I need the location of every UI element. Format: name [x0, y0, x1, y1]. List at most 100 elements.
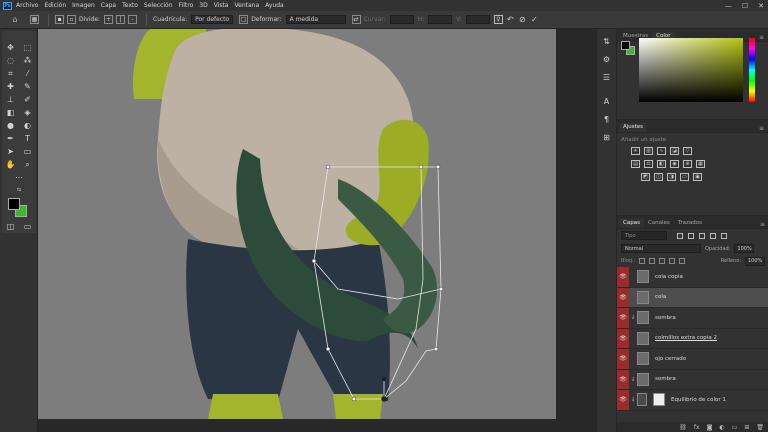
lock-move-icon[interactable]	[659, 258, 666, 264]
maximize-button[interactable]: ☐	[742, 2, 748, 10]
new-layer-icon[interactable]: ⊞	[744, 424, 749, 431]
warp-point[interactable]	[325, 346, 331, 352]
foreground-swatch[interactable]	[621, 41, 630, 50]
brightness-icon[interactable]: ☀	[631, 147, 640, 155]
warp-orientation-icon[interactable]: ⇄	[351, 15, 361, 24]
selective-color-icon[interactable]: ▣	[693, 173, 702, 181]
blur-tool-icon[interactable]: ●	[5, 120, 16, 131]
lock-pixels-icon[interactable]	[639, 258, 646, 264]
menu-ventana[interactable]: Ventana	[234, 2, 259, 9]
tab-channels[interactable]: Canales	[644, 219, 674, 228]
healing-brush-icon[interactable]: ✚	[5, 81, 16, 92]
warp-preset-icon[interactable]: ▪	[55, 15, 64, 24]
edit-toolbar-icon[interactable]: ⋯	[14, 172, 25, 183]
adjust-sliders-icon[interactable]: ☰	[600, 71, 614, 83]
panel-menu-icon[interactable]: ≡	[760, 221, 765, 228]
fill-input[interactable]: 100%	[745, 256, 765, 266]
filter-pixel-icon[interactable]	[677, 232, 683, 239]
type-tool-icon[interactable]: T	[22, 133, 33, 144]
split-horizontal-icon[interactable]: -	[128, 15, 138, 24]
gradient-map-icon[interactable]: ▭	[680, 173, 689, 181]
new-group-icon[interactable]: ▭	[732, 424, 738, 431]
warp-point[interactable]	[381, 376, 387, 382]
color-picker-field[interactable]	[639, 38, 743, 102]
foreground-color-swatch[interactable]	[8, 198, 20, 210]
glyphs-icon[interactable]: ⊞	[600, 131, 614, 143]
warp-point[interactable]	[381, 396, 387, 402]
visibility-eye-icon[interactable]: 👁	[617, 349, 629, 369]
screen-mode-icon[interactable]: ▭	[22, 221, 33, 232]
warp-point[interactable]	[435, 164, 441, 170]
tab-adjustments[interactable]: Ajustes	[619, 123, 648, 132]
warp-point[interactable]	[433, 346, 439, 352]
magic-wand-icon[interactable]: ⁂	[22, 55, 33, 66]
warp-point[interactable]	[418, 164, 424, 170]
h-input[interactable]	[428, 15, 453, 24]
zoom-tool-icon[interactable]: ⌕	[22, 159, 33, 170]
layer-row[interactable]: 👁 cola copia	[617, 267, 768, 288]
channel-mixer-icon[interactable]: ⊕	[683, 160, 692, 168]
warp-point[interactable]	[325, 164, 331, 170]
path-selection-icon[interactable]: ➤	[5, 146, 16, 157]
curve-input[interactable]	[389, 15, 414, 24]
lock-all-icon[interactable]	[679, 258, 686, 264]
visibility-eye-icon[interactable]: 👁	[617, 390, 629, 410]
warp-tool-icon[interactable]: ▦	[30, 15, 39, 24]
eyedropper-icon[interactable]: ⁄	[22, 68, 33, 79]
document-canvas[interactable]	[38, 29, 610, 432]
brush-tool-icon[interactable]: ✎	[22, 81, 33, 92]
layer-style-icon[interactable]: fx	[694, 424, 700, 431]
new-adjustment-icon[interactable]: ◐	[719, 424, 724, 431]
tab-layers[interactable]: Capas	[619, 219, 644, 228]
delete-layer-icon[interactable]: 🗑	[756, 424, 764, 431]
split-vertical-icon[interactable]: |	[116, 15, 126, 24]
swap-colors-icon[interactable]: ⇆	[14, 185, 25, 196]
minimize-button[interactable]: —	[725, 2, 732, 10]
dodge-tool-icon[interactable]: ◐	[22, 120, 33, 131]
lock-artboard-icon[interactable]	[669, 258, 676, 264]
crop-tool-icon[interactable]: ⌗	[5, 68, 16, 79]
visibility-eye-icon[interactable]: 👁	[617, 287, 629, 307]
filter-type-icon[interactable]	[699, 232, 705, 239]
cancel-icon[interactable]: ⊘	[518, 15, 527, 24]
filter-shape-icon[interactable]	[710, 232, 716, 239]
move-tool-icon[interactable]: ✥	[5, 42, 16, 53]
layer-row[interactable]: 👁 ↓ sombra	[617, 308, 768, 329]
layer-search-input[interactable]: Tipo	[621, 231, 667, 240]
posterize-icon[interactable]: ◫	[654, 173, 663, 181]
toggle-guides-icon[interactable]: □	[239, 15, 249, 24]
clone-stamp-icon[interactable]: ⊥	[5, 94, 16, 105]
eraser-tool-icon[interactable]: ◧	[5, 107, 16, 118]
menu-3d[interactable]: 3D	[199, 2, 207, 9]
menu-texto[interactable]: Texto	[122, 2, 138, 9]
filter-adjustment-icon[interactable]	[688, 232, 694, 239]
menu-edicion[interactable]: Edición	[44, 2, 66, 9]
menu-vista[interactable]: Vista	[214, 2, 229, 9]
history-brush-icon[interactable]: ✐	[22, 94, 33, 105]
split-toggle-icon[interactable]: ▫	[67, 15, 76, 24]
warp-point[interactable]	[438, 286, 444, 292]
deform-select[interactable]: A medida	[285, 15, 346, 24]
visibility-eye-icon[interactable]: 👁	[617, 267, 629, 287]
blend-mode-select[interactable]: Normal	[621, 244, 701, 253]
tab-paths[interactable]: Trazados	[674, 219, 706, 228]
lock-brush-icon[interactable]	[649, 258, 656, 264]
curves-icon[interactable]: ∿	[657, 147, 666, 155]
quick-mask-icon[interactable]: ◫	[5, 221, 16, 232]
levels-icon[interactable]: ▥	[644, 147, 653, 155]
link-layers-icon[interactable]: ⛓	[679, 424, 687, 431]
marquee-tool-icon[interactable]: ⬚	[22, 42, 33, 53]
color-lookup-icon[interactable]: ▦	[696, 160, 705, 168]
pen-tool-icon[interactable]: ✒	[5, 133, 16, 144]
paragraph-icon[interactable]: ¶	[600, 113, 614, 125]
hand-tool-icon[interactable]: ✋	[5, 159, 16, 170]
split-cross-icon[interactable]: +	[104, 15, 114, 24]
opacity-input[interactable]: 100%	[734, 244, 755, 253]
character-icon[interactable]: A	[600, 95, 614, 107]
filter-smart-icon[interactable]	[721, 232, 727, 239]
invert-icon[interactable]: ◩	[641, 173, 650, 181]
visibility-eye-icon[interactable]: 👁	[617, 308, 629, 328]
warp-point[interactable]	[351, 396, 357, 402]
layer-row[interactable]: 👁 ojo cerrado	[617, 349, 768, 370]
menu-archivo[interactable]: Archivo	[16, 2, 38, 9]
